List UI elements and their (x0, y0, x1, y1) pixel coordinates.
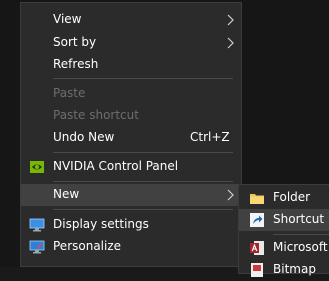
menu-item-personalize[interactable]: Personalize (21, 236, 241, 258)
display-settings-icon (29, 218, 45, 232)
menu-separator (273, 234, 329, 235)
menu-item-label: Display settings (53, 217, 149, 231)
menu-item-label: Bitmap (273, 262, 316, 276)
submenu-item-microsoft-access[interactable]: Microsoft A (239, 237, 329, 259)
desktop-context-menu: View Sort by Refresh Paste Paste shortcu… (20, 2, 242, 267)
submenu-item-bitmap[interactable]: Bitmap (239, 259, 329, 281)
menu-item-label: Folder (273, 190, 311, 204)
access-icon (250, 241, 264, 255)
shortcut-text: Ctrl+Z (190, 130, 230, 144)
chevron-right-icon (227, 14, 234, 26)
menu-item-nvidia-control-panel[interactable]: NVIDIA Control Panel (21, 156, 241, 178)
menu-item-label: View (53, 12, 82, 26)
nvidia-icon (30, 161, 44, 173)
menu-item-paste: Paste (21, 83, 241, 105)
menu-item-refresh[interactable]: Refresh (21, 54, 241, 76)
menu-item-undo-new[interactable]: Undo New Ctrl+Z (21, 127, 241, 149)
menu-item-label: Personalize (53, 239, 122, 253)
chevron-right-icon (227, 189, 234, 201)
menu-separator (53, 152, 233, 153)
menu-item-sort-by[interactable]: Sort by (21, 32, 241, 54)
menu-item-new[interactable]: New (21, 184, 241, 206)
folder-icon (250, 194, 264, 204)
menu-item-label: Paste (53, 86, 86, 100)
menu-item-view[interactable]: View (21, 9, 241, 31)
menu-item-display-settings[interactable]: Display settings (21, 214, 241, 236)
chevron-right-icon (227, 37, 234, 49)
menu-item-label: NVIDIA Control Panel (53, 159, 179, 173)
menu-item-paste-shortcut: Paste shortcut (21, 105, 241, 127)
menu-item-label: Refresh (53, 57, 99, 71)
menu-item-label: Undo New (53, 130, 115, 144)
new-submenu: Folder Shortcut Microsoft A Bitmap (238, 184, 329, 277)
submenu-item-folder[interactable]: Folder (239, 187, 329, 209)
shortcut-icon (250, 213, 264, 227)
menu-separator (53, 78, 233, 79)
menu-item-label: New (53, 187, 80, 201)
menu-separator (53, 181, 233, 182)
menu-item-label: Shortcut (273, 212, 325, 226)
submenu-item-shortcut[interactable]: Shortcut (239, 209, 329, 231)
menu-item-label: Paste shortcut (53, 108, 139, 122)
bitmap-icon (251, 263, 263, 277)
menu-separator (53, 209, 233, 210)
menu-item-label: Microsoft A (273, 240, 329, 254)
menu-item-label: Sort by (53, 35, 97, 49)
personalize-icon (29, 240, 45, 254)
